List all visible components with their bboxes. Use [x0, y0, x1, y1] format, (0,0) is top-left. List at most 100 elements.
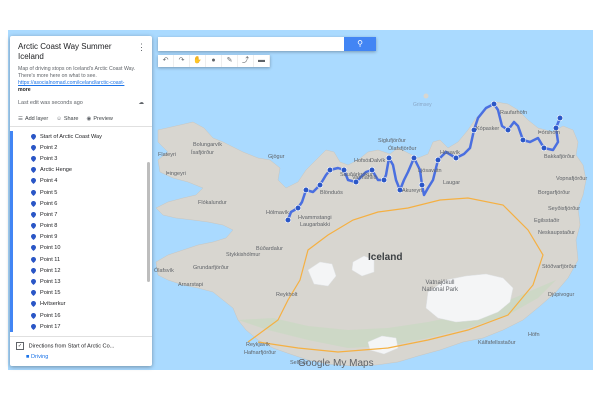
- last-edit-row: Last edit was seconds ago ☁: [18, 100, 144, 106]
- point-item[interactable]: Point 13: [13, 276, 152, 287]
- car-icon: ■: [26, 354, 30, 360]
- search-box[interactable]: ⚲: [158, 37, 376, 51]
- label-vatnajokull: Vatnajökull National Park: [422, 280, 459, 293]
- point-item[interactable]: Point 10: [13, 243, 152, 254]
- point-label: Start of Arctic Coast Way: [40, 133, 102, 140]
- pin-icon: [31, 144, 36, 151]
- pin-icon: [31, 223, 36, 230]
- description-link[interactable]: https://asocialnomad.com/iceland/arctic-…: [18, 80, 144, 87]
- label-bolungarvik: Bolungarvík: [193, 142, 223, 148]
- label-holmavik: Hólmavík: [266, 210, 289, 216]
- redo-icon[interactable]: ↷: [174, 55, 190, 67]
- label-saudarkrokur: Sauðárkrókur: [340, 172, 374, 178]
- pin-icon: [31, 301, 36, 308]
- point-item[interactable]: Point 8: [13, 221, 152, 232]
- label-bakkafjordur: Bakkafjörður: [544, 154, 575, 160]
- more-options-icon[interactable]: ⋮: [137, 42, 146, 53]
- label-reykholt: Reykholt: [276, 292, 298, 298]
- point-item[interactable]: Point 16: [13, 310, 152, 321]
- label-grundarfjordur: Grundarfjörður: [193, 265, 229, 271]
- draw-line-icon[interactable]: ✎: [222, 55, 238, 67]
- point-item[interactable]: Point 17: [13, 321, 152, 332]
- pin-icon: [31, 155, 36, 162]
- add-layer-button[interactable]: ☰ Add layer: [18, 116, 48, 122]
- point-item[interactable]: Point 15: [13, 288, 152, 299]
- panel-toolbar: ☰ Add layer ☺ Share ◉ Preview: [10, 112, 152, 127]
- label-thingeyri: Þingeyri: [166, 171, 186, 177]
- label-kopasker: Kópasker: [476, 126, 500, 132]
- label-akureyri: Akureyri: [402, 188, 423, 194]
- point-item[interactable]: Point 9: [13, 232, 152, 243]
- preview-button[interactable]: ◉ Preview: [87, 116, 113, 122]
- description-text: Map of driving stops on Iceland's Arctic…: [18, 66, 136, 79]
- label-flokalundur: Flókalundur: [198, 200, 227, 206]
- search-button[interactable]: ⚲: [344, 37, 376, 51]
- point-label: Point 13: [40, 279, 61, 286]
- point-label: Point 8: [40, 223, 58, 230]
- point-item[interactable]: Point 6: [13, 198, 152, 209]
- point-item[interactable]: Start of Arctic Coast Way: [13, 131, 152, 142]
- undo-icon[interactable]: ↶: [158, 55, 174, 67]
- eye-icon: ◉: [86, 116, 92, 122]
- hand-icon[interactable]: ✋: [190, 55, 206, 67]
- point-label: Hvítserkur: [40, 301, 66, 308]
- ruler-icon[interactable]: ▬: [254, 55, 270, 67]
- label-olafsvik: Ólafsvík: [154, 268, 174, 274]
- pin-icon: [31, 245, 36, 252]
- label-blondusos: Blönduós: [320, 190, 343, 196]
- point-item[interactable]: Point 11: [13, 254, 152, 265]
- label-djupivogur: Djúpivogur: [548, 292, 575, 298]
- google-logo: Google My Maps: [298, 358, 374, 369]
- point-label: Point 16: [40, 312, 61, 319]
- point-label: Point 10: [40, 245, 61, 252]
- label-borgarfjordur: Borgarfjörður: [538, 190, 571, 196]
- point-item[interactable]: Point 4: [13, 176, 152, 187]
- more-link[interactable]: more: [18, 87, 144, 94]
- label-hvammstangi: Hvammstangi: [298, 215, 332, 221]
- pin-icon: [31, 279, 36, 286]
- label-laugar: Laugar: [443, 180, 461, 186]
- label-flateyri: Flateyri: [158, 152, 177, 158]
- last-edit-text: Last edit was seconds ago: [18, 100, 83, 106]
- panel-scrollbar[interactable]: [147, 162, 150, 282]
- label-stodvarfjordur: Stöðvarfjörður: [542, 264, 577, 270]
- map-toolbar: ↶ ↷ ✋ ● ✎ ⤴ ▬: [158, 55, 270, 67]
- pin-icon: [31, 211, 36, 218]
- directions-icon[interactable]: ⤴: [238, 55, 254, 67]
- app: Iceland Vatnajökull National Park Grimse…: [0, 0, 600, 400]
- pin-icon: [31, 312, 36, 319]
- point-label: Point 12: [40, 267, 61, 274]
- point-item[interactable]: Point 12: [13, 265, 152, 276]
- marker-icon[interactable]: ●: [206, 55, 222, 67]
- label-kalfafellsstadur: Kálfafellsstaður: [478, 340, 516, 346]
- point-label: Point 7: [40, 211, 58, 218]
- map-title[interactable]: Arctic Coast Way Summer Iceland: [18, 42, 136, 62]
- point-item[interactable]: Point 2: [13, 142, 152, 153]
- points-layer: Start of Arctic Coast Way Point 2 Point 3 A…: [10, 131, 152, 333]
- pin-icon: [31, 178, 36, 185]
- directions-title[interactable]: Directions from Start of Arctic Co...: [29, 343, 115, 349]
- point-item[interactable]: Hvítserkur: [13, 299, 152, 310]
- directions-mode[interactable]: ■ Driving: [26, 354, 152, 360]
- point-item[interactable]: Arctic Henge: [13, 165, 152, 176]
- label-siglufjordur: Siglufjörður: [378, 138, 406, 144]
- label-laugarbakki: Laugarbakki: [300, 222, 330, 228]
- pin-icon: [31, 200, 36, 207]
- directions-layer: ✓ Directions from Start of Arctic Co... …: [10, 336, 152, 365]
- directions-checkbox[interactable]: ✓: [16, 342, 24, 350]
- point-label: Arctic Henge: [40, 167, 73, 174]
- point-item[interactable]: Point 5: [13, 187, 152, 198]
- point-item[interactable]: Point 7: [13, 209, 152, 220]
- label-reykjavik: Reykjavík: [246, 342, 270, 348]
- label-stykkisholmur: Stykkishólmur: [226, 252, 261, 258]
- share-button[interactable]: ☺ Share: [56, 116, 78, 122]
- point-item[interactable]: Point 3: [13, 153, 152, 164]
- panel-header: Arctic Coast Way Summer Iceland ⋮ Map of…: [10, 36, 152, 110]
- pin-icon: [31, 234, 36, 241]
- legend-panel: Arctic Coast Way Summer Iceland ⋮ Map of…: [10, 36, 152, 366]
- label-olafsfjordur: Ólafsfjörður: [388, 146, 417, 152]
- point-label: Point 6: [40, 200, 58, 207]
- point-label: Point 15: [40, 290, 61, 297]
- label-ljosavatn: Ljósavatn: [418, 168, 442, 174]
- label-raufarhofn: Raufarhöfn: [500, 110, 528, 116]
